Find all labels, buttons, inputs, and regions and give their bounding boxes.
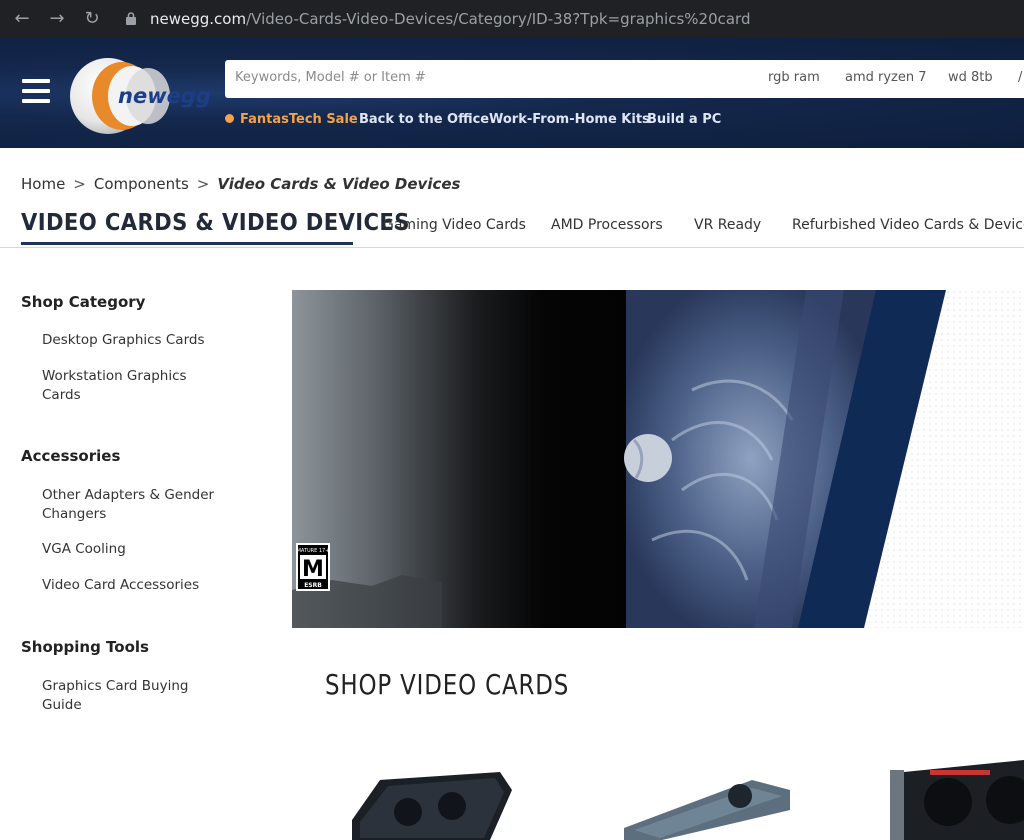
promo-link-fantastech[interactable]: FantasTech Sale: [225, 112, 358, 127]
rating-letter: M: [302, 557, 324, 582]
breadcrumb-separator: >: [73, 175, 86, 193]
tab-vr-ready[interactable]: VR Ready: [694, 217, 761, 233]
forward-arrow-icon[interactable]: →: [45, 7, 69, 31]
product-image-card-3: [890, 760, 1024, 840]
address-bar[interactable]: newegg.com/Video-Cards-Video-Devices/Cat…: [150, 8, 750, 30]
breadcrumb-components[interactable]: Components: [94, 175, 189, 193]
tab-amd-processors[interactable]: AMD Processors: [551, 217, 663, 233]
url-path: /Video-Cards-Video-Devices/Category/ID-3…: [246, 10, 751, 28]
promo-link-wfh[interactable]: Work-From-Home Kits: [489, 112, 650, 127]
title-underline: [21, 242, 353, 245]
menu-icon[interactable]: [22, 79, 50, 103]
breadcrumb-current: Video Cards & Video Devices: [217, 175, 461, 193]
breadcrumb-home[interactable]: Home: [21, 175, 65, 193]
sidebar-heading-shopping-tools: Shopping Tools: [21, 638, 149, 656]
sidebar-item-vga-cooling[interactable]: VGA Cooling: [42, 540, 222, 559]
promo-link-build-pc[interactable]: Build a PC: [647, 112, 721, 127]
sidebar-heading-accessories: Accessories: [21, 447, 121, 465]
search-input[interactable]: Keywords, Model # or Item #: [235, 70, 426, 85]
rating-descriptor: MATURE 17+: [297, 548, 330, 554]
browser-toolbar: ← → ↻ newegg.com/Video-Cards-Video-Devic…: [0, 0, 1024, 38]
sidebar-item-workstation-graphics[interactable]: Workstation Graphics Cards: [42, 367, 202, 405]
esrb-rating-icon: MATURE 17+ M ESRB: [296, 543, 330, 591]
sidebar-item-desktop-graphics[interactable]: Desktop Graphics Cards: [42, 331, 222, 350]
product-image-card-2: [624, 780, 790, 840]
hero-banner[interactable]: MATURE 17+ M ESRB: [292, 290, 1024, 628]
breadcrumb: Home > Components > Video Cards & Video Devi…: [21, 175, 460, 193]
suggestion-link[interactable]: amd ryzen 7: [845, 70, 927, 85]
sidebar-item-video-card-accessories[interactable]: Video Card Accessories: [42, 576, 222, 595]
suggestion-scroll-icon[interactable]: /: [1018, 70, 1022, 85]
rating-org: ESRB: [304, 582, 322, 589]
breadcrumb-separator: >: [196, 175, 210, 193]
lock-icon: [126, 12, 136, 25]
promo-label: FantasTech Sale: [240, 112, 358, 127]
tab-gaming-video-cards[interactable]: Gaming Video Cards: [383, 217, 526, 233]
sidebar-heading-shop-category: Shop Category: [21, 293, 146, 311]
section-title: SHOP VIDEO CARDS: [325, 668, 570, 701]
site-header: newegg Keywords, Model # or Item # rgb r…: [0, 38, 1024, 148]
page-title: VIDEO CARDS & VIDEO DEVICES: [21, 210, 410, 236]
product-thumbnails: [352, 760, 1024, 840]
product-image-card-1: [352, 772, 512, 840]
tab-refurbished[interactable]: Refurbished Video Cards & Devices: [792, 217, 1024, 233]
suggestion-link[interactable]: wd 8tb: [948, 70, 993, 85]
sidebar-item-buying-guide[interactable]: Graphics Card Buying Guide: [42, 677, 202, 715]
promo-link-office[interactable]: Back to the Office: [359, 112, 489, 127]
banner-image: MATURE 17+ M ESRB: [292, 290, 1024, 628]
search-box[interactable]: Keywords, Model # or Item # rgb ram amd …: [225, 60, 1024, 98]
back-arrow-icon[interactable]: ←: [10, 7, 34, 31]
sidebar-item-adapters[interactable]: Other Adapters & Gender Changers: [42, 486, 217, 524]
suggestion-link[interactable]: rgb ram: [768, 70, 820, 85]
logo-text: newegg: [118, 84, 211, 108]
promo-dot-icon: [225, 114, 234, 123]
newegg-logo[interactable]: newegg: [66, 52, 216, 136]
divider: [0, 247, 1024, 248]
reload-icon[interactable]: ↻: [80, 7, 104, 31]
url-host: newegg.com: [150, 10, 247, 28]
